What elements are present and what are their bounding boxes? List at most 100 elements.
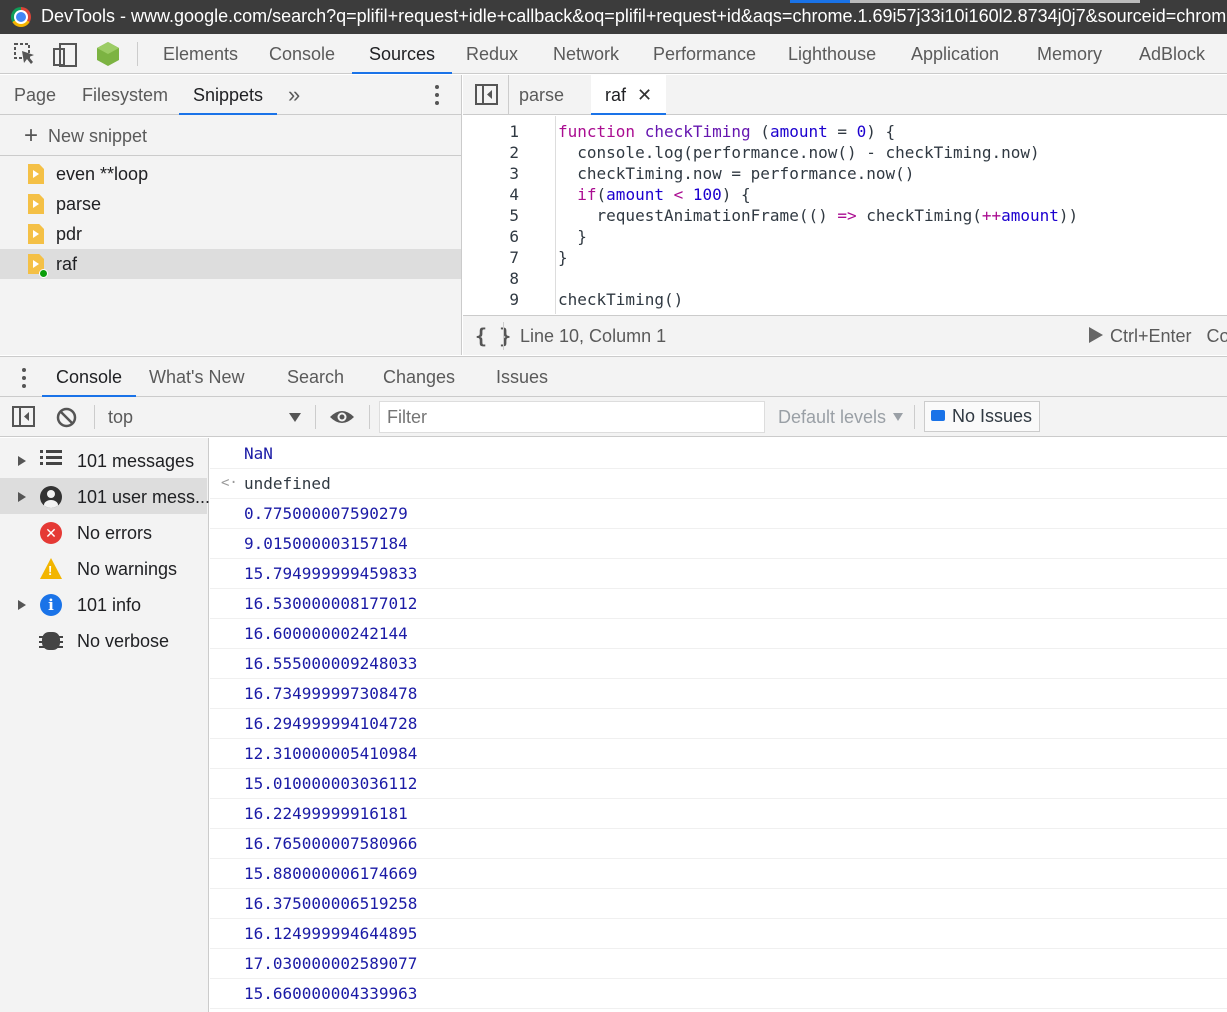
clear-console-icon[interactable] (56, 407, 77, 428)
line-number: 9 (509, 290, 519, 309)
console-log-row[interactable]: 16.555000009248033 (210, 649, 1227, 679)
drawer-tab-search[interactable]: Search (273, 357, 358, 397)
console-message-text: 16.734999997308478 (244, 684, 418, 703)
sources-navigator: Page Filesystem Snippets » + New snippet… (0, 75, 462, 355)
inspect-element-icon[interactable] (14, 43, 36, 65)
snippet-item[interactable]: even **loop (0, 159, 461, 189)
running-indicator-icon (39, 269, 48, 278)
node-icon[interactable] (96, 41, 120, 67)
sidebar-item-user-messages[interactable]: 101 user mess... (0, 478, 210, 514)
code-line: } (558, 248, 568, 267)
drawer-menu-icon[interactable] (22, 368, 26, 392)
device-toolbar-icon[interactable] (53, 43, 77, 67)
list-icon (40, 450, 62, 472)
log-levels-dropdown[interactable]: Default levels (778, 407, 904, 428)
nav-tab-filesystem[interactable]: Filesystem (68, 75, 182, 115)
console-log-row[interactable]: 16.22499999916181 (210, 799, 1227, 829)
line-number: 4 (509, 185, 519, 204)
main-tab-bar: Elements Console Sources Redux Network P… (0, 34, 1227, 74)
console-log-row[interactable]: 16.375000006519258 (210, 889, 1227, 919)
tab-memory[interactable]: Memory (1020, 34, 1119, 74)
more-tabs-button[interactable]: » (274, 75, 314, 115)
console-log-row[interactable]: 15.794999999459833 (210, 559, 1227, 589)
tab-console[interactable]: Console (252, 34, 352, 74)
console-log-row[interactable]: 15.660000004339963 (210, 979, 1227, 1009)
snippet-item[interactable]: parse (0, 189, 461, 219)
dropdown-arrow-icon[interactable] (289, 413, 301, 422)
console-message-text: 0.775000007590279 (244, 504, 408, 523)
drawer-tab-issues[interactable]: Issues (482, 357, 562, 397)
console-message-text: 15.010000003036112 (244, 774, 418, 793)
console-log-row[interactable]: 16.734999997308478 (210, 679, 1227, 709)
info-icon: i (40, 594, 62, 616)
console-log-row[interactable]: 16.765000007580966 (210, 829, 1227, 859)
console-log-row[interactable]: 16.530000008177012 (210, 589, 1227, 619)
editor-tab-label: raf (605, 85, 627, 105)
show-sidebar-icon[interactable] (12, 406, 36, 428)
tab-lighthouse[interactable]: Lighthouse (771, 34, 893, 74)
sidebar-item-verbose[interactable]: No verbose (0, 622, 207, 658)
navigator-menu-icon[interactable] (435, 85, 439, 109)
console-log-row[interactable]: 16.60000000242144 (210, 619, 1227, 649)
context-selector[interactable]: top (108, 407, 133, 428)
tab-redux[interactable]: Redux (449, 34, 535, 74)
sidebar-item-warnings[interactable]: ! No warnings (0, 550, 207, 586)
pretty-print-icon[interactable]: { } (475, 324, 511, 348)
console-log-row[interactable]: 15.010000003036112 (210, 769, 1227, 799)
sidebar-item-messages[interactable]: 101 messages (0, 442, 207, 478)
toolbar-divider (137, 42, 138, 66)
expand-arrow-icon[interactable] (18, 600, 26, 610)
snippet-item[interactable]: pdr (0, 219, 461, 249)
drawer-tab-console[interactable]: Console (42, 357, 137, 397)
editor-tab-raf[interactable]: raf ✕ (591, 75, 667, 115)
console-message-text: 16.124999994644895 (244, 924, 418, 943)
tab-performance[interactable]: Performance (636, 34, 773, 74)
tab-application[interactable]: Application (894, 34, 1016, 74)
nav-tab-snippets[interactable]: Snippets (179, 75, 278, 115)
console-message-text: 9.015000003157184 (244, 534, 408, 553)
error-icon: ✕ (40, 522, 62, 544)
drawer-tab-whats-new[interactable]: What's New (135, 357, 258, 397)
line-number: 6 (509, 227, 519, 246)
code-line: if(amount < 100) { (558, 185, 751, 204)
console-log-row[interactable]: 0.775000007590279 (210, 499, 1227, 529)
tab-sources[interactable]: Sources (352, 34, 453, 74)
console-log-row[interactable]: 9.015000003157184 (210, 529, 1227, 559)
navigator-tabs: Page Filesystem Snippets » (0, 75, 461, 115)
line-number: 3 (509, 164, 519, 183)
console-message-text: NaN (244, 444, 273, 463)
snippet-item-selected[interactable]: raf (0, 249, 461, 279)
run-snippet-button[interactable]: Ctrl+Enter Co (1089, 326, 1227, 347)
live-expression-eye-icon[interactable] (329, 408, 355, 426)
editor-tab-parse[interactable]: parse (505, 75, 578, 115)
console-sidebar: 101 messages 101 user mess... ✕ No error… (0, 438, 210, 1012)
console-log-row[interactable]: 16.124999994644895 (210, 919, 1227, 949)
nav-tab-page[interactable]: Page (0, 75, 70, 115)
new-snippet-button[interactable]: + New snippet (0, 116, 461, 156)
snippet-file-icon (28, 164, 44, 184)
sidebar-item-info[interactable]: i 101 info (0, 586, 207, 622)
console-log-row[interactable]: 16.294999994104728 (210, 709, 1227, 739)
drawer-tab-changes[interactable]: Changes (369, 357, 469, 397)
console-log-row[interactable]: 15.880000006174669 (210, 859, 1227, 889)
tab-adblock[interactable]: AdBlock (1122, 34, 1222, 74)
console-message-text: 17.030000002589077 (244, 954, 418, 973)
editor-status-bar: { } Line 10, Column 1 Ctrl+Enter Co (463, 315, 1227, 355)
issues-button[interactable]: No Issues (924, 401, 1040, 432)
tab-elements[interactable]: Elements (146, 34, 255, 74)
expand-arrow-icon[interactable] (18, 456, 26, 466)
close-tab-icon[interactable]: ✕ (637, 85, 652, 105)
expand-arrow-icon[interactable] (18, 492, 26, 502)
console-log-row[interactable]: 12.310000005410984 (210, 739, 1227, 769)
console-log-row[interactable]: 17.030000002589077 (210, 949, 1227, 979)
console-return-row[interactable]: <· undefined (210, 469, 1227, 499)
snippet-name: raf (56, 254, 78, 274)
code-area[interactable]: 1 2 3 4 5 6 7 8 9 function checkTiming (… (463, 116, 1227, 314)
tab-network[interactable]: Network (536, 34, 636, 74)
toggle-navigator-icon[interactable] (475, 84, 499, 106)
console-log-row[interactable]: NaN (210, 439, 1227, 469)
filter-input[interactable] (379, 401, 765, 433)
sidebar-item-errors[interactable]: ✕ No errors (0, 514, 207, 550)
warning-icon: ! (40, 558, 62, 579)
editor-tabs: parse raf ✕ (463, 75, 1227, 115)
